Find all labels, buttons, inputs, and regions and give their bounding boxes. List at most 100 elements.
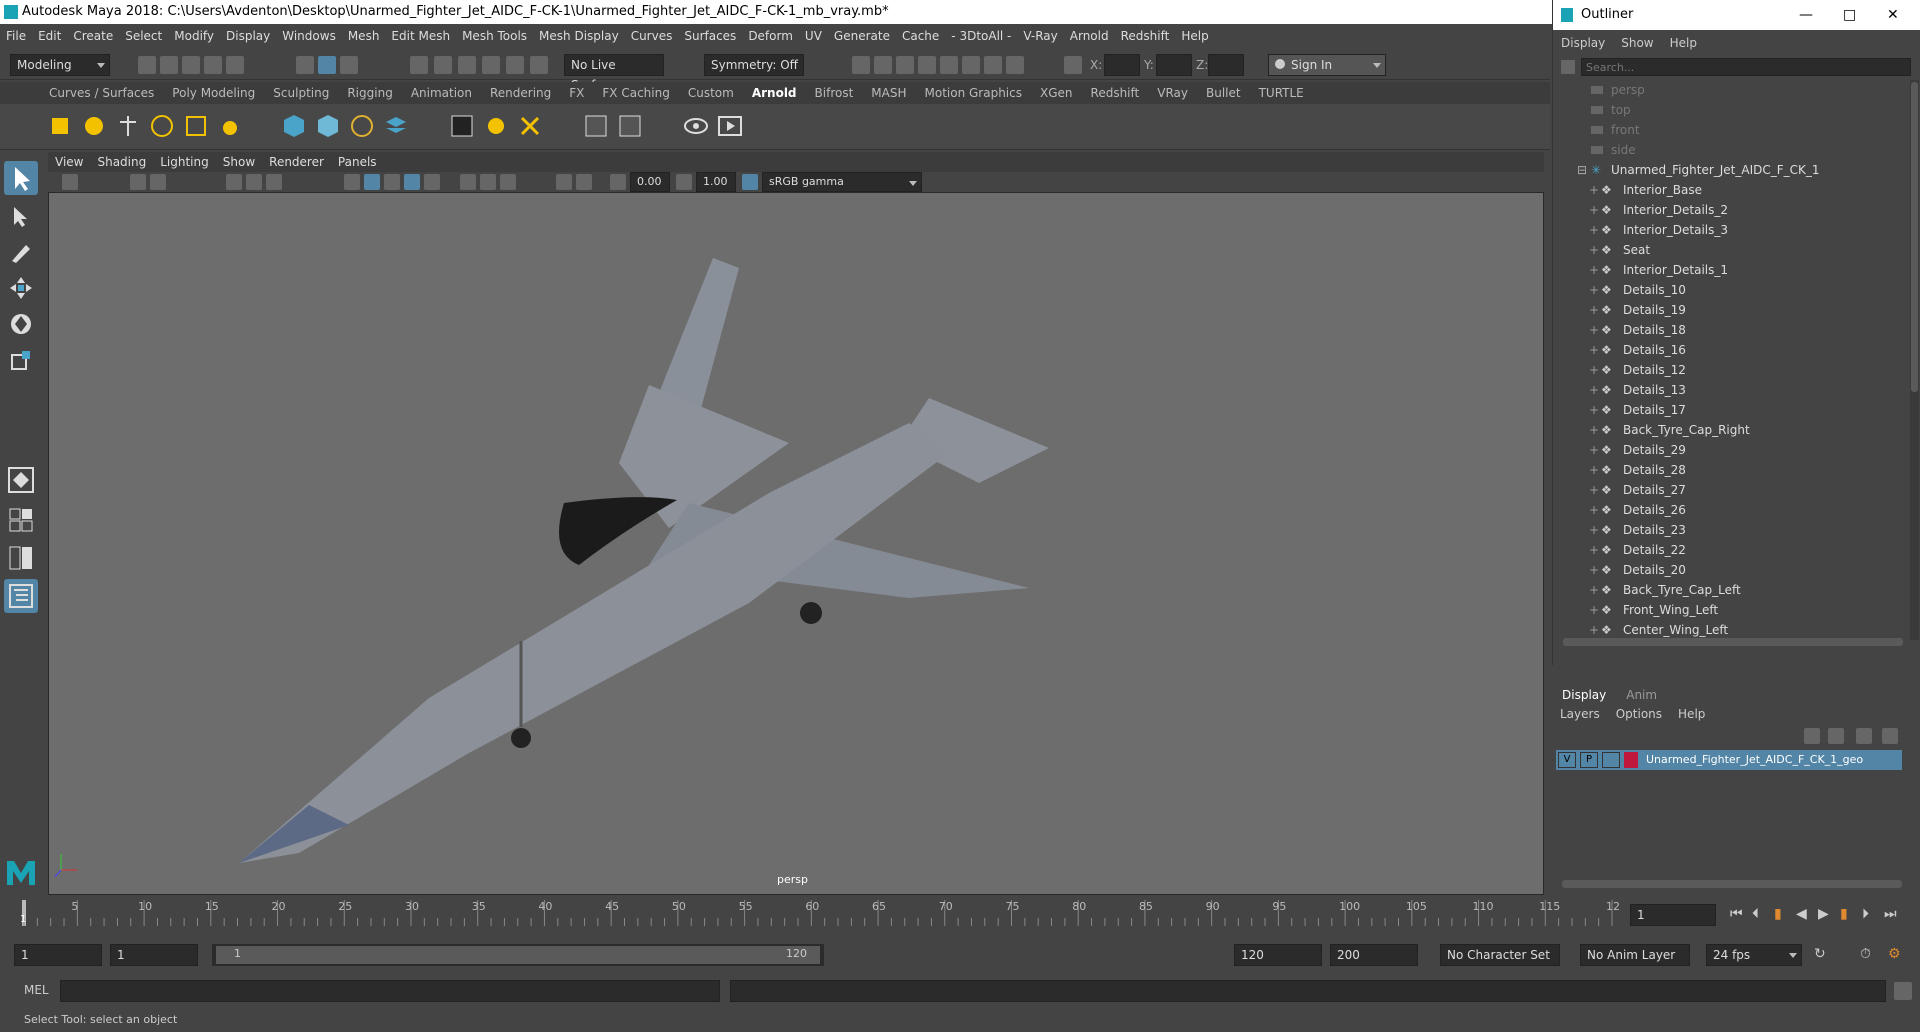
gamma-field[interactable]: 1.00: [696, 172, 736, 192]
viewport-menu-shading[interactable]: Shading: [90, 152, 153, 172]
layer-tab-anim[interactable]: Anim: [1616, 684, 1667, 706]
timeline-ruler[interactable]: 5 10 15 20 25 30 35 40 45 50 55 60 65 70 75 80 85 90 95 100…: [0, 896, 1620, 936]
layer-visibility-toggle[interactable]: V: [1558, 752, 1576, 768]
expand-icon[interactable]: +: [1589, 260, 1599, 280]
flush-cache-icon[interactable]: [580, 110, 612, 142]
shelf-tab-turtle[interactable]: TURTLE: [1250, 82, 1313, 104]
shelf-tab-animation[interactable]: Animation: [402, 82, 481, 104]
menu-curves[interactable]: Curves: [625, 24, 679, 48]
shelf-tab-xgen[interactable]: XGen: [1031, 82, 1082, 104]
menu-file[interactable]: File: [0, 24, 32, 48]
animation-end-field[interactable]: 200: [1330, 944, 1418, 966]
texture-manager-icon[interactable]: [614, 110, 646, 142]
menu-mesh[interactable]: Mesh: [342, 24, 386, 48]
anti-aliasing-icon[interactable]: [500, 174, 516, 190]
new-scene-icon[interactable]: [138, 56, 156, 74]
xray-icon[interactable]: [576, 174, 592, 190]
expand-icon[interactable]: +: [1589, 520, 1599, 540]
new-empty-layer-icon[interactable]: [1856, 728, 1872, 744]
undo-icon[interactable]: [204, 56, 222, 74]
menu-edit-mesh[interactable]: Edit Mesh: [385, 24, 456, 48]
close-icon[interactable]: ✕: [1887, 0, 1899, 30]
select-object-icon[interactable]: [318, 56, 336, 74]
current-frame-field[interactable]: 1: [1630, 904, 1716, 926]
play-forwards-icon[interactable]: ▶: [1818, 906, 1829, 922]
isolate-select-icon[interactable]: [556, 174, 572, 190]
menu-3dtoall[interactable]: - 3DtoAll -: [945, 24, 1017, 48]
outliner-camera-side[interactable]: side: [1553, 140, 1893, 160]
expand-icon[interactable]: +: [1589, 220, 1599, 240]
shader-reset-icon[interactable]: [514, 110, 546, 142]
outliner-item[interactable]: + ❖ Details_12: [1553, 360, 1893, 380]
render-view-icon[interactable]: [852, 56, 870, 74]
shelf-tab-curves-surfaces[interactable]: Curves / Surfaces: [40, 82, 163, 104]
shelf-tab-bullet[interactable]: Bullet: [1197, 82, 1250, 104]
gamma-icon[interactable]: [676, 174, 692, 190]
layer-color-swatch[interactable]: [1624, 752, 1638, 768]
animation-preferences-icon[interactable]: ⚙: [1888, 946, 1901, 962]
outliner-item[interactable]: + ❖ Back_Tyre_Cap_Left: [1553, 580, 1893, 600]
expand-icon[interactable]: +: [1589, 340, 1599, 360]
wireframe-on-shaded-icon[interactable]: [404, 174, 420, 190]
single-perspective-layout-icon[interactable]: [4, 463, 38, 497]
expand-icon[interactable]: +: [1589, 600, 1599, 620]
layer-menu-options[interactable]: Options: [1608, 704, 1670, 724]
menu-modify[interactable]: Modify: [168, 24, 220, 48]
menu-uv[interactable]: UV: [799, 24, 828, 48]
step-back-key-icon[interactable]: ⏴: [1752, 906, 1759, 922]
smooth-shade-icon[interactable]: [364, 174, 380, 190]
select-tool-icon[interactable]: [4, 161, 38, 195]
outliner-search-input[interactable]: [1581, 58, 1911, 76]
layer-horizontal-scrollbar[interactable]: [1562, 880, 1902, 888]
ambient-occlusion-icon[interactable]: [480, 174, 496, 190]
step-forward-frame-icon[interactable]: ▮: [1840, 906, 1848, 922]
outliner-menu-display[interactable]: Display: [1553, 32, 1613, 54]
expand-icon[interactable]: +: [1589, 300, 1599, 320]
expand-icon[interactable]: +: [1589, 180, 1599, 200]
menu-vray[interactable]: V-Ray: [1017, 24, 1063, 48]
script-editor-icon[interactable]: [1894, 982, 1912, 1000]
bookmark-icon[interactable]: [150, 174, 166, 190]
outliner-item[interactable]: + ❖ Seat: [1553, 240, 1893, 260]
area-light-icon[interactable]: [44, 110, 76, 142]
shelf-tab-rendering[interactable]: Rendering: [481, 82, 560, 104]
exposure-icon[interactable]: [610, 174, 626, 190]
outliner-camera-persp[interactable]: persp: [1553, 80, 1893, 100]
physical-sky-icon[interactable]: [214, 110, 246, 142]
time-slider[interactable]: 5 10 15 20 25 30 35 40 45 50 55 60 65 70 75 80 85 90 95 100…: [0, 896, 1920, 936]
menu-arnold[interactable]: Arnold: [1064, 24, 1115, 48]
maximize-icon[interactable]: □: [1843, 0, 1856, 30]
expand-icon[interactable]: +: [1589, 200, 1599, 220]
layer-menu-help[interactable]: Help: [1670, 704, 1713, 724]
collapse-icon[interactable]: ⊟: [1577, 160, 1587, 180]
menu-cache[interactable]: Cache: [896, 24, 945, 48]
render-frame-icon[interactable]: [874, 56, 892, 74]
sign-in-button[interactable]: Sign In: [1268, 54, 1386, 76]
filter-icon[interactable]: [1561, 60, 1575, 74]
outliner-item[interactable]: + ❖ Front_Wing_Left: [1553, 600, 1893, 620]
export-standin-icon[interactable]: [312, 110, 344, 142]
outliner-item[interactable]: + ❖ Details_10: [1553, 280, 1893, 300]
outliner-item[interactable]: + ❖ Details_13: [1553, 380, 1893, 400]
outliner-item[interactable]: + ❖ Details_29: [1553, 440, 1893, 460]
play-backwards-icon[interactable]: ◀: [1796, 906, 1807, 922]
skydome-light-icon[interactable]: [146, 110, 178, 142]
outliner-item[interactable]: + ❖ Details_26: [1553, 500, 1893, 520]
shader-ball-icon[interactable]: [480, 110, 512, 142]
shadows-icon[interactable]: [460, 174, 476, 190]
expand-icon[interactable]: +: [1589, 560, 1599, 580]
expand-icon[interactable]: +: [1589, 380, 1599, 400]
select-hierarchy-icon[interactable]: [296, 56, 314, 74]
shelf-tab-poly-modeling[interactable]: Poly Modeling: [163, 82, 264, 104]
snap-grid-icon[interactable]: [410, 56, 428, 74]
open-scene-icon[interactable]: [160, 56, 178, 74]
range-bar[interactable]: 1 120: [216, 946, 820, 964]
move-layer-up-icon[interactable]: [1804, 728, 1820, 744]
expand-icon[interactable]: +: [1589, 500, 1599, 520]
pause-icon[interactable]: [1006, 56, 1024, 74]
render-view-eye-icon[interactable]: [680, 110, 712, 142]
live-surface-field[interactable]: No Live Surface: [564, 54, 664, 92]
shelf-tab-motion-graphics[interactable]: Motion Graphics: [916, 82, 1032, 104]
symmetry-dropdown[interactable]: Symmetry: Off: [704, 54, 804, 76]
outliner-item[interactable]: + ❖ Details_20: [1553, 560, 1893, 580]
